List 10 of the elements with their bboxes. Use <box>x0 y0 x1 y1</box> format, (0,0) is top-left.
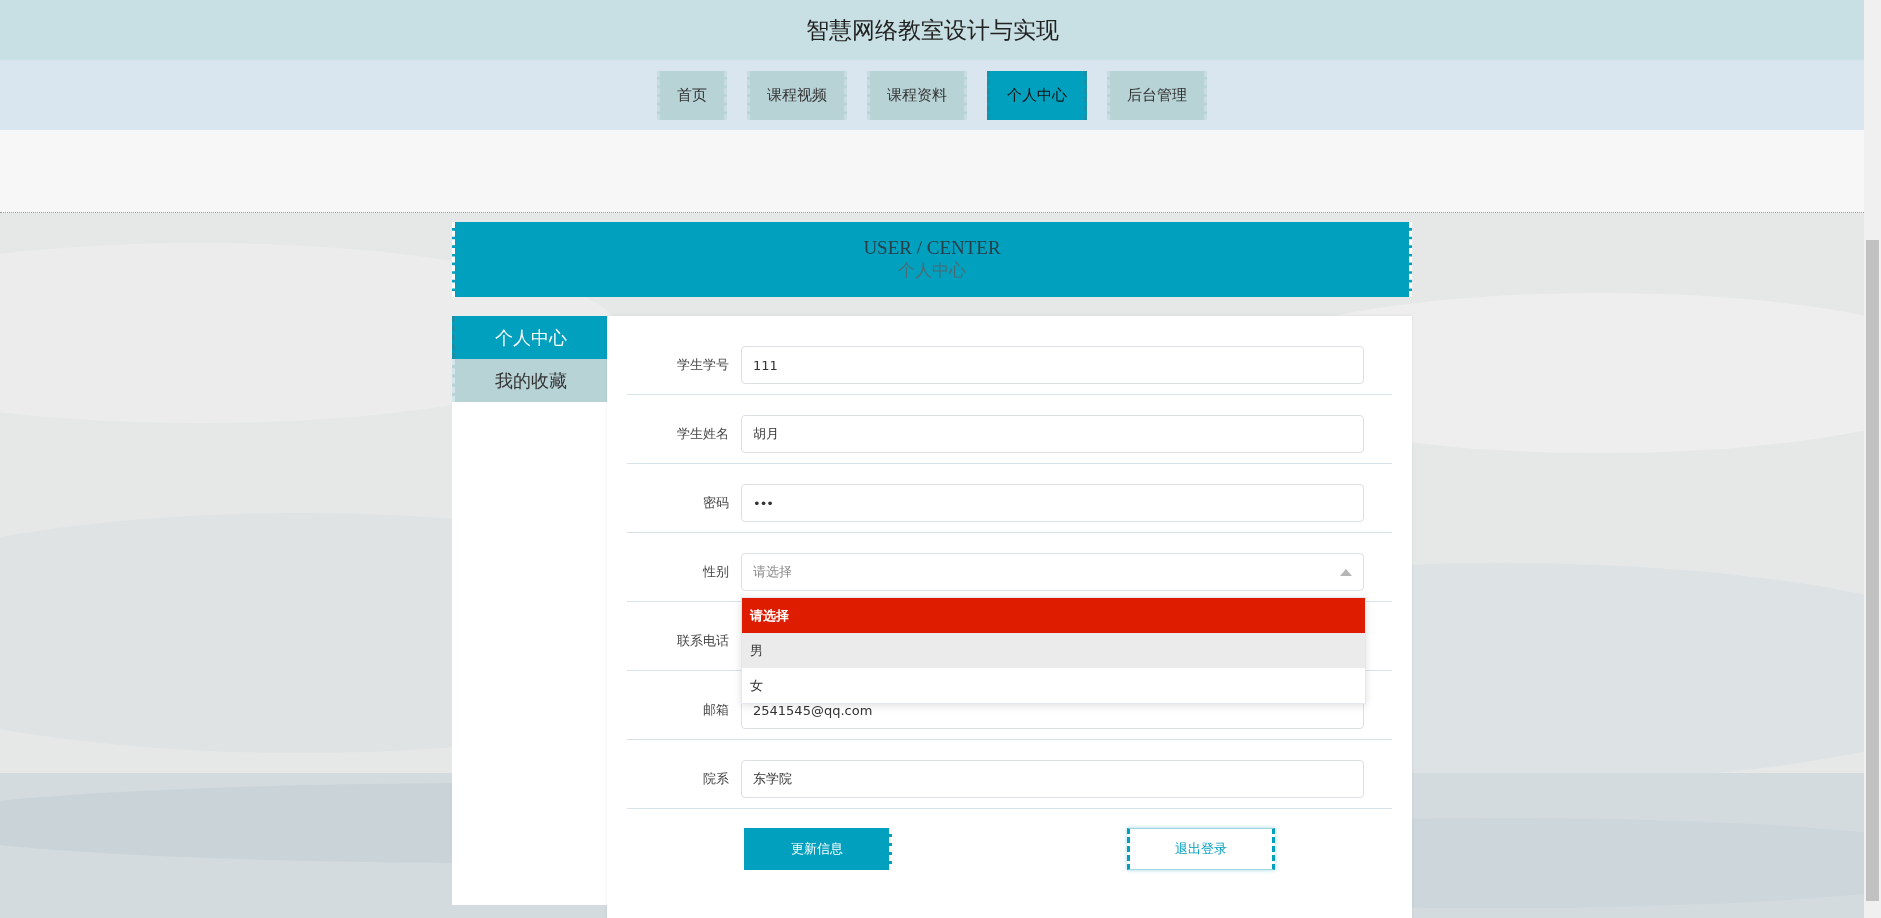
field-label: 学生学号 <box>676 356 729 374</box>
field-label: 密码 <box>702 494 729 512</box>
field-label: 院系 <box>702 770 729 788</box>
field-label: 性别 <box>702 563 729 581</box>
field-label: 学生姓名 <box>676 425 729 443</box>
field-label: 邮箱 <box>702 701 729 719</box>
banner-subtitle: 个人中心 <box>898 260 966 282</box>
site-title: 智慧网络教室设计与实现 <box>805 15 1059 45</box>
field-label: 联系电话 <box>676 632 729 650</box>
banner-title: USER / CENTER <box>863 237 1001 259</box>
